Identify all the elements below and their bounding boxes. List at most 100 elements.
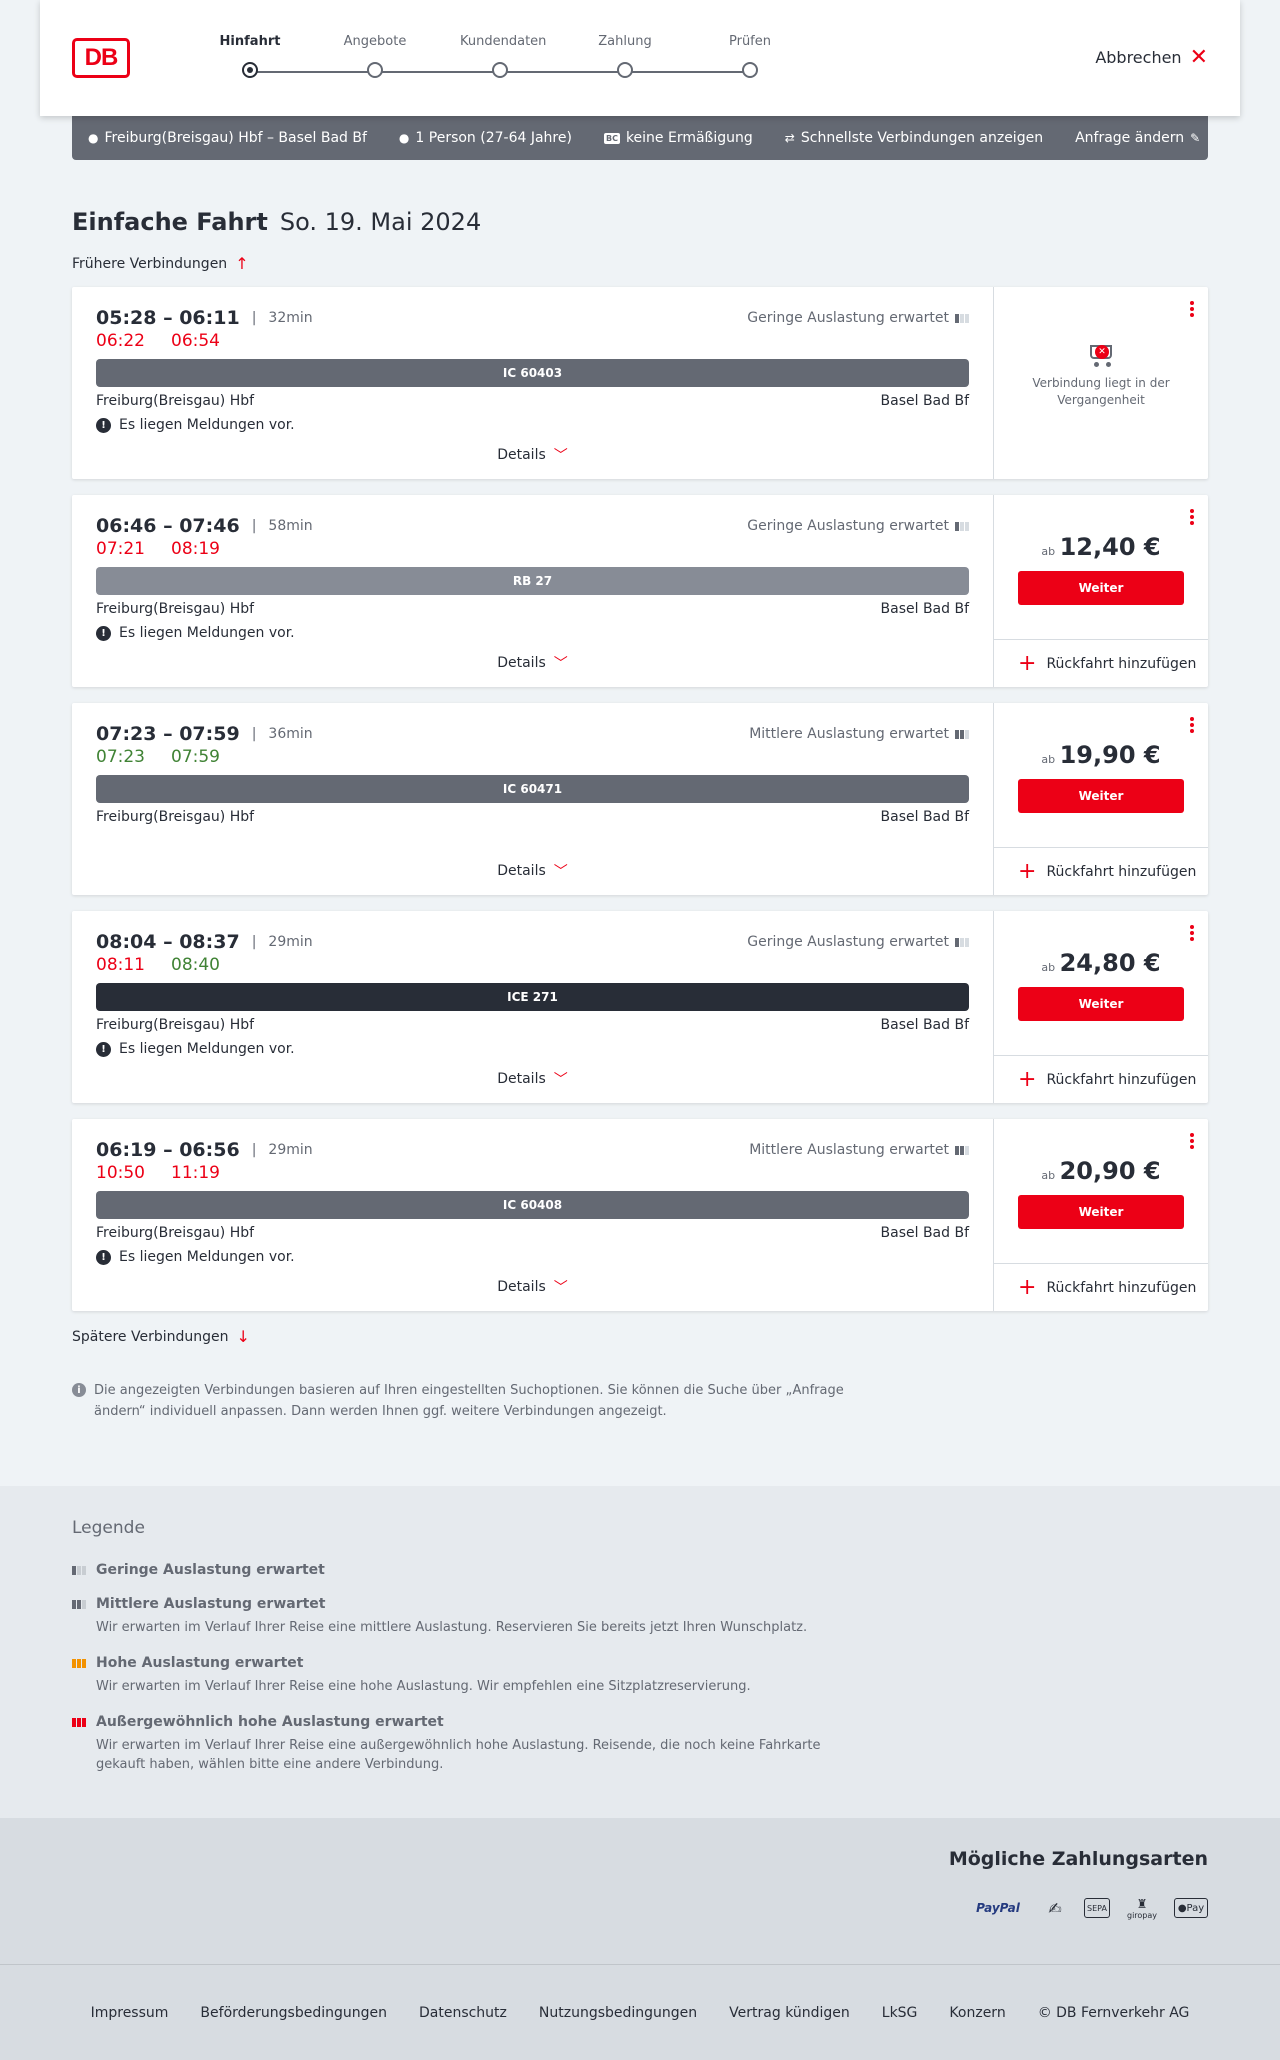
occupancy-level-icon [72, 1717, 88, 1727]
footer-link-impressum[interactable]: Impressum [91, 2005, 169, 2021]
more-options-icon[interactable] [1190, 717, 1194, 735]
footer-link-befoerderungsbedingungen[interactable]: Beförderungsbedingungen [200, 2005, 387, 2021]
later-connections-link[interactable]: Spätere Verbindungen ↓ [72, 1327, 1280, 1346]
connection-card: 07:23 – 07:59 | 36min Mittlere Auslastung e… [72, 703, 1208, 895]
message-row [96, 833, 969, 849]
continue-button[interactable]: Weiter [1018, 987, 1184, 1021]
train-bar[interactable]: ICE 271 [96, 983, 969, 1011]
more-options-icon[interactable] [1190, 925, 1194, 943]
earlier-label: Frühere Verbindungen [72, 255, 228, 272]
add-return-trip-button[interactable]: + Rückfahrt hinzufügen [994, 1263, 1208, 1311]
legend-head: Geringe Auslastung erwartet [72, 1562, 1208, 1578]
footer-link-datenschutz[interactable]: Datenschutz [419, 2005, 507, 2021]
legend-list: Geringe Auslastung erwartet Mittlere Ausl… [72, 1562, 1208, 1774]
add-return-trip-button[interactable]: + Rückfahrt hinzufügen [994, 639, 1208, 687]
train-bar[interactable]: IC 60403 [96, 359, 969, 387]
message-row: ! Es liegen Meldungen vor. [96, 417, 969, 433]
price-box: ab 24,80 € Weiter [994, 911, 1208, 1021]
plus-icon: + [1018, 1274, 1037, 1300]
legend-description: Wir erwarten im Verlauf Ihrer Reise eine… [96, 1738, 821, 1772]
occupancy-level-icon [72, 1658, 88, 1668]
info-text: Die angezeigten Verbindungen basieren au… [94, 1383, 844, 1419]
legend-label: Mittlere Auslastung erwartet [96, 1596, 326, 1612]
step-dot [367, 62, 383, 78]
details-toggle[interactable]: Details ﹀ [96, 1057, 969, 1103]
legend-title: Legende [72, 1518, 145, 1538]
offer-panel: ab 20,90 € Weiter + Rückfahrt hinzufügen [994, 1119, 1208, 1311]
occupancy-text: Mittlere Auslastung erwartet [749, 1142, 949, 1158]
details-label: Details [497, 863, 546, 879]
footer-link-vertrag-kuendigen[interactable]: Vertrag kündigen [729, 2005, 850, 2021]
planned-times: 08:04 – 08:37 [96, 931, 240, 953]
continue-button[interactable]: Weiter [1018, 779, 1184, 813]
occupancy: Mittlere Auslastung erwartet [749, 1142, 969, 1158]
cancel-button[interactable]: Abbrechen ✕ [1095, 46, 1208, 68]
occupancy-icon [955, 729, 969, 739]
train-bar[interactable]: IC 60471 [96, 775, 969, 803]
legend-label: Hohe Auslastung erwartet [96, 1655, 304, 1671]
earlier-connections-link[interactable]: Frühere Verbindungen ↑ [72, 254, 1280, 273]
more-options-icon[interactable] [1190, 1133, 1194, 1151]
destination-station: Basel Bad Bf [880, 393, 969, 409]
continue-button[interactable]: Weiter [1018, 1195, 1184, 1229]
details-toggle[interactable]: Details ﹀ [96, 1265, 969, 1311]
price: 24,80 € [1059, 949, 1161, 977]
page-title: Einfache Fahrt So. 19. Mai 2024 [72, 208, 1280, 236]
footer-copyright: © DB Fernverkehr AG [1037, 2004, 1190, 2021]
legend-label: Außergewöhnlich hohe Auslastung erwartet [96, 1714, 444, 1730]
duration: 29min [268, 934, 313, 950]
giropay-label: giropay [1126, 1910, 1158, 1920]
price-prefix: ab [1041, 753, 1056, 766]
occupancy-icon [955, 313, 969, 323]
times-row: 06:46 – 07:46 | 58min Geringe Auslastung er… [96, 515, 969, 537]
offer-panel: ab 12,40 € Weiter + Rückfahrt hinzufügen [994, 495, 1208, 687]
message-row: ! Es liegen Meldungen vor. [96, 1041, 969, 1057]
more-options-icon[interactable] [1190, 301, 1194, 319]
pencil-icon: ✎ [1190, 131, 1201, 145]
price: 12,40 € [1059, 533, 1161, 561]
details-toggle[interactable]: Details ﹀ [96, 433, 969, 479]
footer: Impressum Beförderungsbedingungen Datens… [0, 1964, 1280, 2060]
add-return-trip-button[interactable]: + Rückfahrt hinzufügen [994, 1055, 1208, 1103]
message-row: ! Es liegen Meldungen vor. [96, 1249, 969, 1265]
step-dot [742, 62, 758, 78]
realtime-arrival: 11:19 [171, 1163, 220, 1183]
alert-icon: ! [96, 625, 111, 641]
edit-request-button[interactable]: Anfrage ändern ✎ [1075, 130, 1200, 146]
occupancy-level-icon [72, 1599, 88, 1609]
fastest-connections-toggle[interactable]: ⇄ Schnellste Verbindungen anzeigen [785, 130, 1043, 146]
offer-panel: ab 24,80 € Weiter + Rückfahrt hinzufügen [994, 911, 1208, 1103]
realtime-row: 10:50 11:19 [96, 1163, 969, 1183]
legend-head: Hohe Auslastung erwartet [72, 1655, 1208, 1671]
return-label: Rückfahrt hinzufügen [1046, 1071, 1197, 1088]
footer-link-nutzungsbedingungen[interactable]: Nutzungsbedingungen [539, 2005, 697, 2021]
message-text: Es liegen Meldungen vor. [119, 1249, 295, 1265]
cancel-label: Abbrechen [1095, 48, 1182, 67]
chevron-down-icon: ﹀ [553, 448, 568, 464]
step-label: Zahlung [598, 34, 652, 49]
message-text: Es liegen Meldungen vor. [119, 625, 295, 641]
sepa-icon: SEPA [1084, 1898, 1110, 1918]
travellers-text: 1 Person (27-64 Jahre) [415, 130, 572, 146]
train-name: IC 60403 [502, 366, 563, 380]
separator: | [251, 1142, 257, 1158]
db-logo[interactable]: DB [72, 38, 130, 78]
train-bar[interactable]: RB 27 [96, 567, 969, 595]
connection-card: 08:04 – 08:37 | 29min Geringe Auslastung er… [72, 911, 1208, 1103]
trip-date: So. 19. Mai 2024 [279, 208, 482, 236]
train-name: ICE 271 [507, 990, 558, 1004]
step-dot-active [242, 62, 258, 78]
footer-link-konzern[interactable]: Konzern [949, 2005, 1005, 2021]
add-return-trip-button[interactable]: + Rückfahrt hinzufügen [994, 847, 1208, 895]
footer-link-lksg[interactable]: LkSG [882, 2005, 918, 2021]
more-options-icon[interactable] [1190, 509, 1194, 527]
details-toggle[interactable]: Details ﹀ [96, 849, 969, 895]
realtime-arrival: 06:54 [171, 331, 220, 351]
step-hinfahrt[interactable]: Hinfahrt [210, 34, 290, 78]
later-label: Spätere Verbindungen [72, 1328, 229, 1345]
step-pruefen: Prüfen [710, 34, 790, 78]
details-toggle[interactable]: Details ﹀ [96, 641, 969, 687]
occupancy: Geringe Auslastung erwartet [747, 310, 969, 326]
train-bar[interactable]: IC 60408 [96, 1191, 969, 1219]
continue-button[interactable]: Weiter [1018, 571, 1184, 605]
